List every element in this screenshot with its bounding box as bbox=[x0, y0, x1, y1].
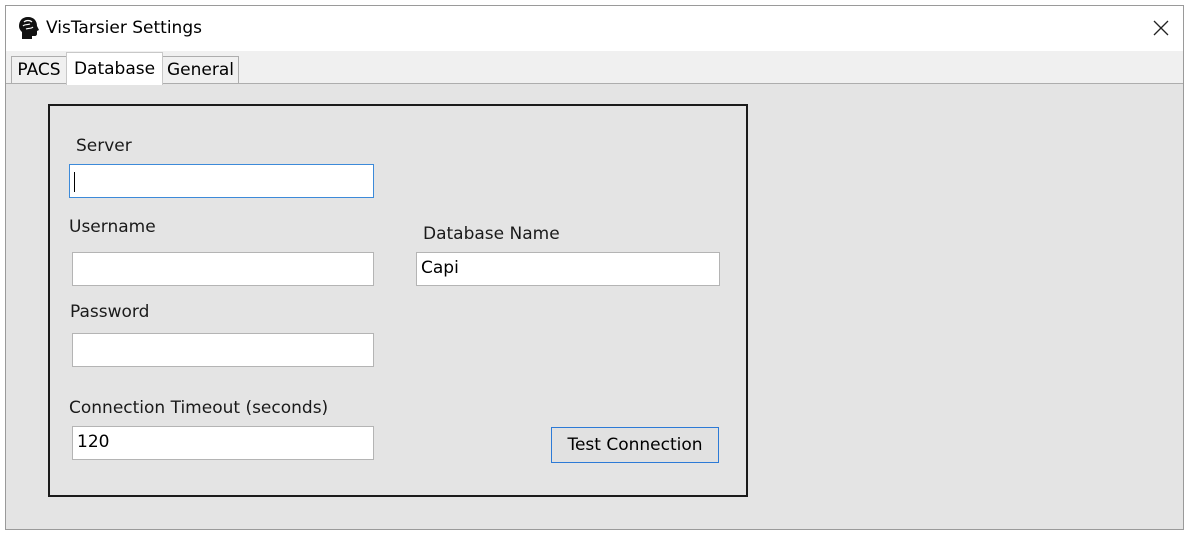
settings-window: VisTarsier Settings PACS Database Genera… bbox=[5, 5, 1184, 530]
tab-database[interactable]: Database bbox=[66, 52, 163, 85]
test-connection-button[interactable]: Test Connection bbox=[551, 427, 719, 463]
text-caret bbox=[74, 172, 75, 192]
timeout-label: Connection Timeout (seconds) bbox=[69, 398, 329, 418]
title-bar[interactable]: VisTarsier Settings bbox=[6, 6, 1183, 51]
username-label: Username bbox=[69, 217, 156, 237]
database-name-label: Database Name bbox=[423, 224, 560, 244]
password-label: Password bbox=[70, 302, 150, 322]
close-icon bbox=[1153, 20, 1169, 36]
window-title: VisTarsier Settings bbox=[46, 18, 202, 38]
tab-pacs[interactable]: PACS bbox=[11, 56, 67, 83]
database-settings-group: Server Username Database Name Capi Passw… bbox=[48, 104, 748, 497]
brain-head-icon bbox=[18, 16, 42, 40]
server-label: Server bbox=[76, 136, 132, 156]
password-input[interactable] bbox=[72, 333, 374, 367]
tab-general[interactable]: General bbox=[162, 56, 239, 83]
timeout-input[interactable]: 120 bbox=[72, 426, 374, 460]
server-input[interactable] bbox=[69, 164, 374, 198]
username-input[interactable] bbox=[72, 252, 374, 286]
database-name-input[interactable]: Capi bbox=[416, 252, 720, 286]
tab-strip: PACS Database General bbox=[6, 51, 1183, 85]
close-button[interactable] bbox=[1137, 6, 1183, 51]
